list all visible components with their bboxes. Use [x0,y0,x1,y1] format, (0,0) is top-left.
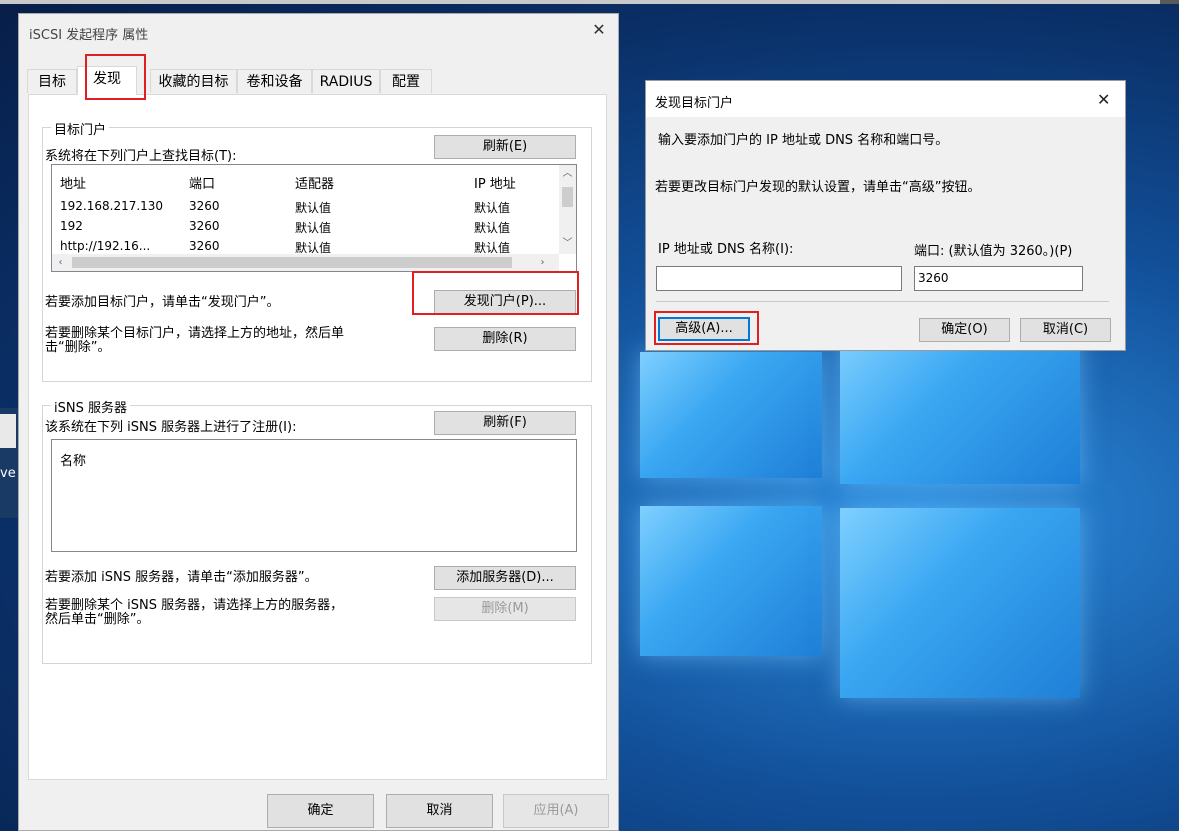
isns-group-title: iSNS 服务器 [51,397,130,416]
cell-address: 192 [60,219,83,233]
remove-portal-hint-line1: 若要删除某个目标门户，请选择上方的地址，然后单 [45,326,345,341]
dialog-title: 发现目标门户 [655,96,734,111]
scroll-thumb-horizontal[interactable] [72,257,512,268]
advanced-hint-text: 若要更改目标门户发现的默认设置，请单击“高级”按钮。 [655,180,981,195]
ip-dns-input[interactable] [656,266,902,291]
tab-favorite-targets[interactable]: 收藏的目标 [150,69,237,93]
remove-portal-hint-line2: 击“删除”。 [45,340,111,355]
discover-portal-button[interactable]: 发现门户(P)... [434,290,576,314]
isns-servers-group: iSNS 服务器 刷新(F) 该系统在下列 iSNS 服务器上进行了注册(I):… [42,397,592,664]
portals-listview[interactable]: 地址 端口 适配器 IP 地址 192.168.217.130 3260 默认值… [51,164,577,272]
remove-isns-button[interactable]: 删除(M) [434,597,576,621]
add-server-button[interactable]: 添加服务器(D)... [434,566,576,590]
cell-address: 192.168.217.130 [60,199,164,213]
file-icon [0,414,16,448]
desktop-icon-fragment[interactable]: ve [0,408,18,518]
top-strip [0,0,1179,4]
discover-target-portal-dialog: 发现目标门户 ✕ 输入要添加门户的 IP 地址或 DNS 名称和端口号。 若要更… [645,80,1126,351]
refresh-portals-button[interactable]: 刷新(E) [434,135,576,159]
remove-isns-hint-line1: 若要删除某个 iSNS 服务器，请选择上方的服务器， [45,598,344,613]
column-header-address[interactable]: 地址 [60,173,86,192]
tab-configuration[interactable]: 配置 [380,69,432,93]
apply-button[interactable]: 应用(A) [503,794,609,828]
desktop-icon-label: ve [0,466,16,481]
column-header-adapter[interactable]: 适配器 [295,173,334,192]
refresh-isns-button[interactable]: 刷新(F) [434,411,576,435]
top-strip-dark [1160,0,1179,4]
tab-radius[interactable]: RADIUS [312,69,380,93]
horizontal-scrollbar[interactable]: ‹ › [52,254,559,271]
port-input[interactable]: 3260 [914,266,1083,291]
column-header-ip-address[interactable]: IP 地址 [474,173,516,192]
cell-port: 3260 [189,199,220,213]
portals-list-caption: 系统将在下列门户上查找目标(T): [45,149,237,164]
add-portal-hint: 若要添加目标门户，请单击“发现门户”。 [45,295,280,310]
cell-ip: 默认值 [474,221,511,235]
close-icon[interactable]: ✕ [1097,90,1110,109]
scroll-up-icon[interactable]: ︿ [559,165,576,182]
target-portals-title: 目标门户 [51,119,110,138]
scroll-thumb[interactable] [562,187,573,207]
tab-targets[interactable]: 目标 [27,69,77,93]
scroll-down-icon[interactable]: ﹀ [559,235,576,252]
cell-ip: 默认值 [474,201,511,215]
tab-discovery[interactable]: 发现 [77,66,137,95]
cell-address: http://192.16... [60,239,151,253]
remove-portal-button[interactable]: 删除(R) [434,327,576,351]
advanced-button[interactable]: 高级(A)... [658,317,750,341]
cell-adapter: 默认值 [295,201,332,215]
tab-volumes-devices[interactable]: 卷和设备 [237,69,312,93]
isns-list-caption: 该系统在下列 iSNS 服务器上进行了注册(I): [45,420,297,435]
port-label: 端口: (默认值为 3260。)(P) [914,244,1073,259]
cancel-button[interactable]: 取消 [386,794,493,828]
ok-button[interactable]: 确定 [267,794,374,828]
vertical-scrollbar[interactable]: ︿ ﹀ [559,165,576,254]
cell-port: 3260 [189,239,220,253]
instruction-text: 输入要添加门户的 IP 地址或 DNS 名称和端口号。 [658,133,949,148]
separator [656,301,1109,302]
discovery-tab-panel: 目标门户 刷新(E) 系统将在下列门户上查找目标(T): 地址 端口 适配器 I… [28,94,607,780]
remove-isns-hint-line2: 然后单击“删除”。 [45,612,150,627]
dialog-titlebar: 发现目标门户 ✕ [646,81,1125,117]
cell-adapter: 默认值 [295,221,332,235]
scroll-left-icon[interactable]: ‹ [52,254,69,271]
cell-port: 3260 [189,219,220,233]
isns-servers-listview[interactable]: 名称 [51,439,577,552]
add-isns-hint: 若要添加 iSNS 服务器，请单击“添加服务器”。 [45,570,318,585]
cancel-button[interactable]: 取消(C) [1020,318,1111,342]
scroll-right-icon[interactable]: › [534,254,551,271]
column-header-name[interactable]: 名称 [60,450,86,469]
ip-dns-label: IP 地址或 DNS 名称(I): [658,242,794,257]
column-header-port[interactable]: 端口 [189,173,215,192]
windows-logo [640,330,1100,750]
iscsi-properties-dialog: iSCSI 发起程序 属性 ✕ 目标 发现 收藏的目标 卷和设备 RADIUS … [18,13,619,831]
ok-button[interactable]: 确定(O) [919,318,1010,342]
target-portals-group: 目标门户 刷新(E) 系统将在下列门户上查找目标(T): 地址 端口 适配器 I… [42,119,592,382]
dialog-title: iSCSI 发起程序 属性 [29,28,149,43]
close-icon[interactable]: ✕ [591,22,607,38]
